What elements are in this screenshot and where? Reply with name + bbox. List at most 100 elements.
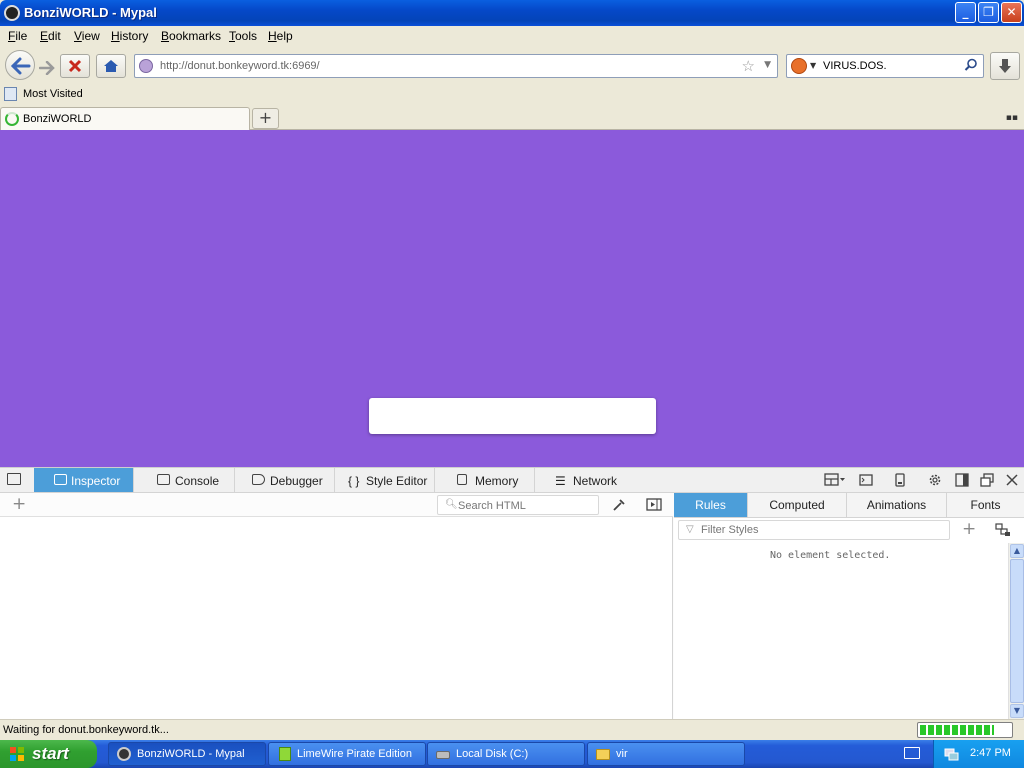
system-tray: 2:47 PM — [933, 740, 1024, 768]
restore-button[interactable]: ❐ — [978, 2, 999, 23]
add-rule-icon[interactable]: + — [962, 519, 976, 539]
rules-scrollbar[interactable]: ▲ ▼ — [1008, 543, 1024, 720]
url-bar[interactable]: http://donut.bonkeyword.tk:6969/ ☆ ▼ — [134, 54, 778, 78]
app-icon[interactable] — [4, 5, 20, 21]
taskbar-item-local-disk[interactable]: Local Disk (C:) — [427, 742, 585, 766]
element-picker-icon[interactable] — [7, 473, 21, 485]
tab-style-editor[interactable]: { } Style Editor — [335, 468, 435, 492]
navigation-toolbar: http://donut.bonkeyword.tk:6969/ ☆ ▼ ▼ V… — [0, 46, 1024, 84]
tab-memory[interactable]: Memory — [435, 468, 535, 492]
search-html-input[interactable]: 🔍︎ Search HTML — [437, 495, 599, 515]
taskbar-item-label: BonziWORLD - Mypal — [137, 748, 245, 760]
console-icon — [157, 474, 170, 485]
bookmark-most-visited[interactable]: Most Visited — [23, 88, 83, 100]
separate-window-icon[interactable] — [980, 473, 994, 487]
scroll-up-icon[interactable]: ▲ — [1010, 544, 1024, 558]
menu-view[interactable]: View — [74, 29, 100, 43]
search-bar[interactable]: ▼ VIRUS.DOS. — [786, 54, 984, 78]
site-identity-icon[interactable] — [139, 59, 153, 73]
tab-label: BonziWORLD — [23, 113, 92, 125]
tab-network[interactable]: ☰ Network — [535, 468, 635, 492]
bookmark-star-icon[interactable]: ☆ — [742, 57, 755, 75]
tab-list-icon[interactable]: ▪▪ — [1006, 113, 1018, 123]
url-text[interactable]: http://donut.bonkeyword.tk:6969/ — [160, 60, 320, 72]
search-input[interactable]: VIRUS.DOS. — [823, 60, 887, 72]
layout-menu-icon[interactable] — [824, 473, 846, 487]
url-dropdown-icon[interactable]: ▼ — [764, 60, 771, 70]
search-icon[interactable] — [964, 58, 978, 72]
tab-bonziworld[interactable]: BonziWORLD — [0, 107, 250, 130]
markup-view: + 🔍︎ Search HTML — [0, 493, 673, 720]
menu-history[interactable]: History — [111, 29, 148, 43]
download-arrow-icon — [999, 59, 1011, 73]
tab-fonts[interactable]: Fonts — [947, 493, 1024, 517]
eyedropper-icon[interactable] — [612, 498, 626, 512]
search-engine-dropdown-icon[interactable]: ▼ — [810, 61, 816, 70]
tab-strip: BonziWORLD + ▪▪ — [0, 106, 1024, 130]
tab-console[interactable]: Console — [134, 468, 235, 492]
rules-sidebar: Rules Computed Animations Fonts ▽ Filter… — [674, 493, 1024, 720]
window-title: BonziWORLD - Mypal — [24, 5, 157, 20]
clock[interactable]: 2:47 PM — [970, 747, 1011, 759]
network-tray-icon[interactable] — [943, 746, 959, 762]
tab-computed[interactable]: Computed — [748, 493, 847, 517]
taskbar-item-vir[interactable]: vir — [587, 742, 745, 766]
tab-animations[interactable]: Animations — [847, 493, 947, 517]
loading-progress-bar — [917, 722, 1013, 738]
add-node-icon[interactable]: + — [12, 494, 26, 514]
menu-bookmarks[interactable]: Bookmarks — [161, 29, 221, 43]
menu-edit[interactable]: Edit — [40, 29, 61, 43]
start-label: start — [32, 744, 69, 763]
login-card[interactable] — [369, 398, 656, 434]
stop-x-icon — [68, 59, 82, 73]
home-button[interactable] — [96, 54, 126, 78]
scroll-thumb[interactable] — [1010, 559, 1024, 703]
minimize-button[interactable]: _ — [955, 2, 976, 23]
windows-flag-icon — [10, 747, 24, 761]
toggle-sidebar-icon[interactable] — [646, 498, 662, 512]
title-bar: BonziWORLD - Mypal _ ❐ ✕ — [0, 0, 1024, 26]
drive-icon — [436, 751, 450, 759]
filter-styles-input[interactable]: ▽ Filter Styles — [678, 520, 950, 540]
tab-inspector[interactable]: Inspector — [34, 468, 134, 492]
back-button[interactable] — [5, 50, 35, 80]
tab-console-label: Console — [175, 474, 220, 488]
stop-button[interactable] — [60, 54, 90, 78]
dock-side-icon[interactable] — [955, 473, 969, 487]
tab-rules[interactable]: Rules — [674, 493, 748, 517]
menu-file[interactable]: File — [8, 29, 27, 43]
forward-button[interactable] — [34, 55, 56, 77]
loading-throbber-icon — [5, 112, 19, 126]
status-bar: Waiting for donut.bonkeyword.tk... — [0, 719, 1024, 740]
downloads-button[interactable] — [990, 52, 1020, 80]
no-element-message: No element selected. — [770, 550, 891, 561]
sidebar-tabs: Rules Computed Animations Fonts — [674, 493, 1024, 518]
menu-help[interactable]: Help — [268, 29, 293, 43]
tab-inspector-label: Inspector — [71, 474, 121, 488]
responsive-mode-icon[interactable] — [893, 473, 907, 487]
inspector-icon — [54, 474, 67, 485]
markup-toolbar: + 🔍︎ Search HTML — [0, 493, 673, 517]
status-text: Waiting for donut.bonkeyword.tk... — [3, 724, 169, 736]
taskbar-item-limewire[interactable]: LimeWire Pirate Edition — [268, 742, 426, 766]
close-devtools-icon[interactable] — [1005, 473, 1019, 487]
close-button[interactable]: ✕ — [1001, 2, 1022, 23]
forward-arrow-icon — [39, 61, 55, 75]
devtools-toolbar: Inspector Console Debugger { } Style Edi… — [0, 468, 1024, 493]
bookmarks-toolbar: Most Visited — [0, 84, 1024, 106]
progress-fill — [920, 725, 994, 735]
toggle-pseudo-class-icon[interactable] — [995, 523, 1011, 537]
tab-memory-label: Memory — [475, 474, 519, 488]
start-button[interactable]: start — [0, 740, 97, 768]
split-console-icon[interactable] — [859, 473, 873, 487]
menu-tools[interactable]: Tools — [229, 29, 257, 43]
keyboard-icon[interactable] — [904, 747, 920, 759]
search-engine-icon[interactable] — [791, 58, 807, 74]
search-html-icon: 🔍︎ — [445, 499, 458, 510]
tab-debugger[interactable]: Debugger — [235, 468, 335, 492]
new-tab-button[interactable]: + — [252, 108, 279, 129]
taskbar-item-mypal[interactable]: BonziWORLD - Mypal — [108, 742, 266, 766]
settings-gear-icon[interactable] — [928, 473, 942, 487]
scroll-down-icon[interactable]: ▼ — [1010, 704, 1024, 718]
mypal-icon — [117, 747, 131, 761]
